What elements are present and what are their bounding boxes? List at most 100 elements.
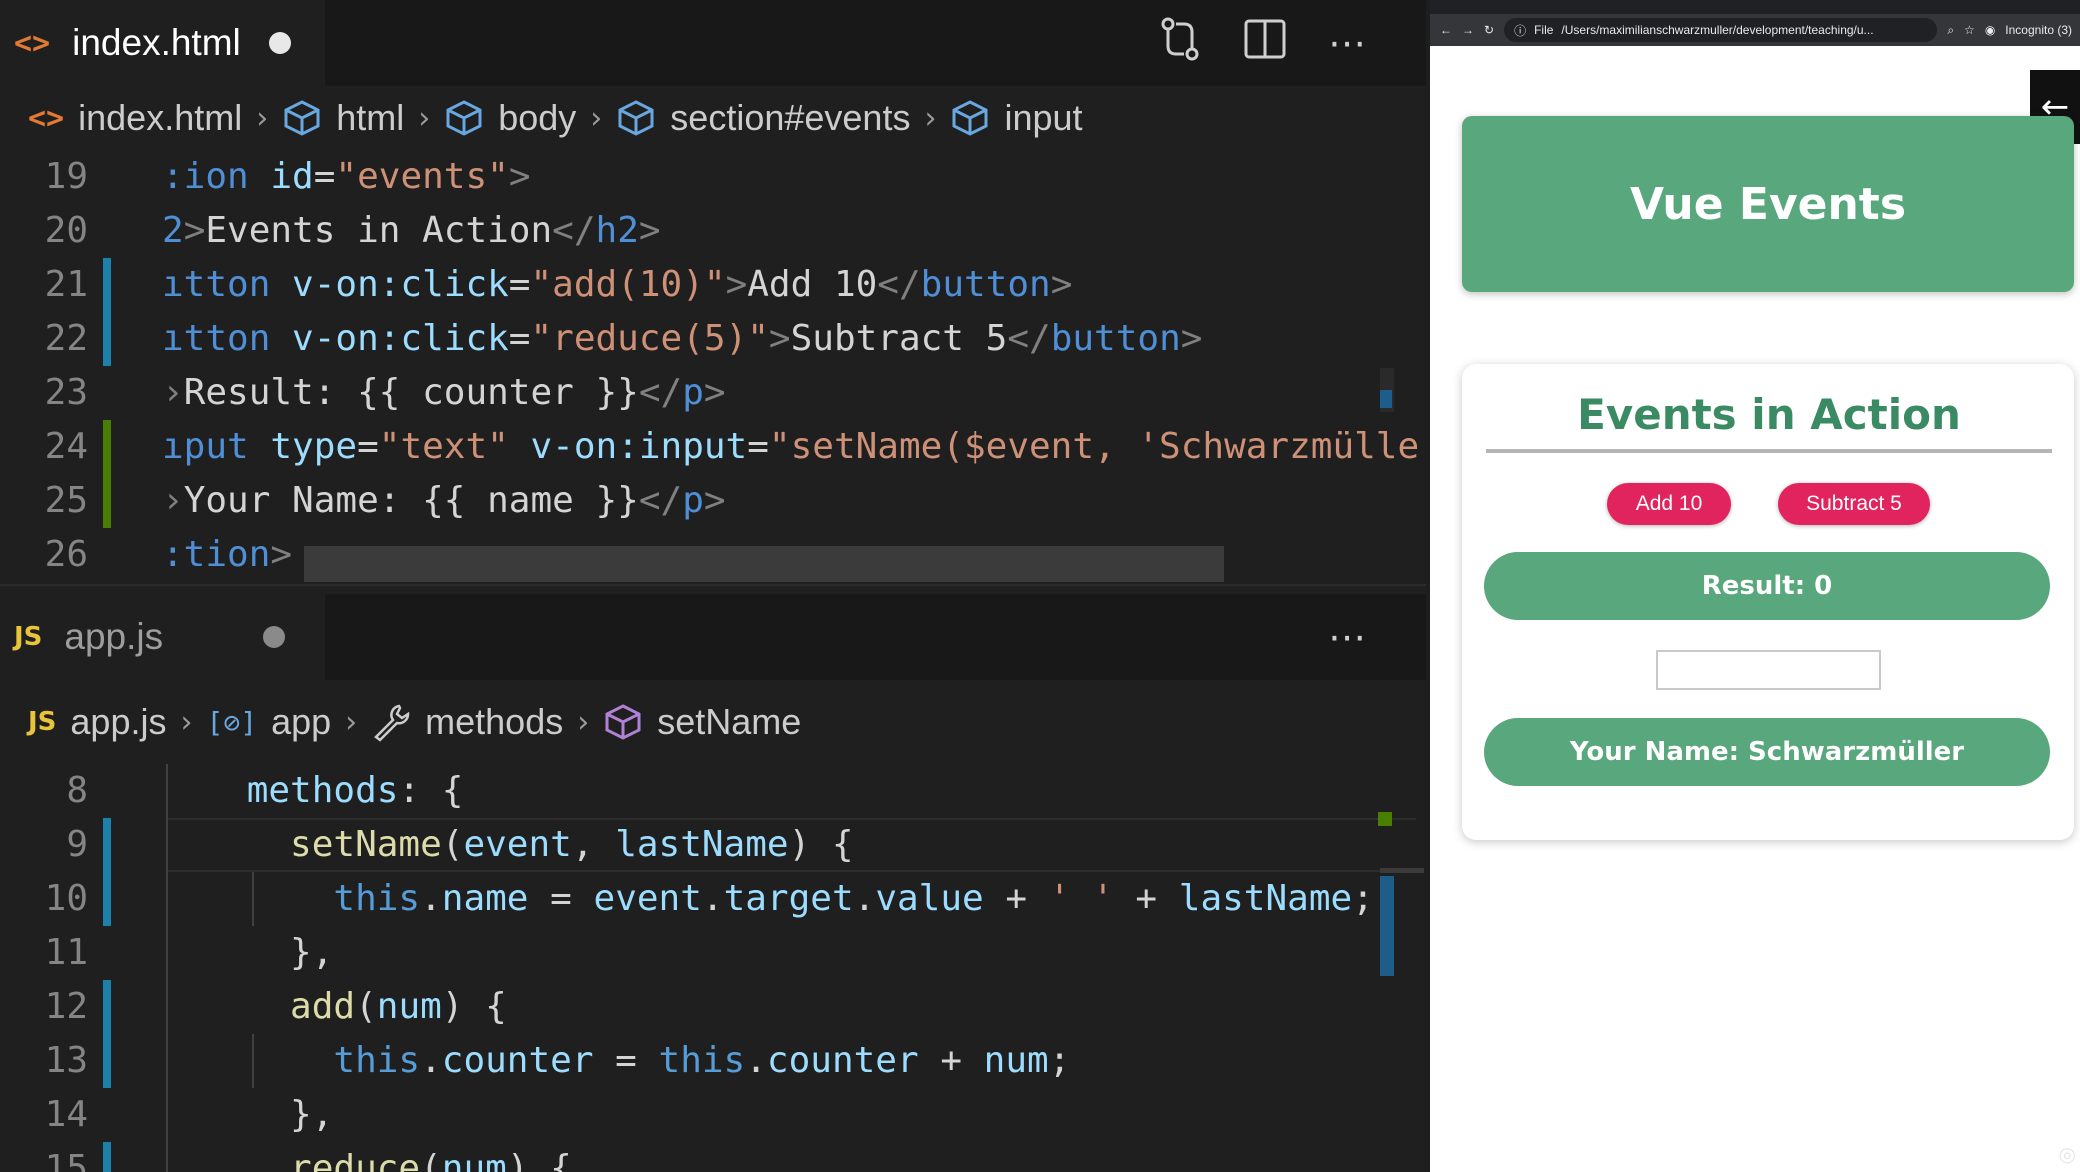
code-line[interactable]: 14 }, [0, 1088, 1426, 1142]
line-number[interactable]: 20 [0, 204, 88, 258]
line-number[interactable]: 11 [0, 926, 88, 980]
subtract-5-button[interactable]: Subtract 5 [1778, 483, 1930, 525]
compare-changes-icon[interactable] [1158, 16, 1202, 71]
code-text: }, [160, 932, 334, 973]
code-text: 2>Events in Action</h2> [162, 210, 661, 251]
code-line[interactable]: 21 ıtton v-on:click="add(10)">Add 10</but… [0, 258, 1426, 312]
git-change-marker[interactable] [103, 1034, 111, 1088]
git-change-marker[interactable] [103, 258, 111, 312]
add-10-button[interactable]: Add 10 [1607, 483, 1731, 525]
git-change-marker[interactable] [103, 420, 111, 474]
code-line[interactable]: 9 setName(event, lastName) { [0, 818, 1426, 872]
breadcrumb-methods[interactable]: methods [425, 701, 563, 743]
code-line[interactable]: 20 2>Events in Action</h2> [0, 204, 1426, 258]
code-line[interactable]: 22 ıtton v-on:click="reduce(5)">Subtract … [0, 312, 1426, 366]
address-bar[interactable]: ⓘ File /Users/maximilianschwarzmuller/de… [1504, 18, 1938, 42]
breadcrumb-app[interactable]: app [271, 701, 331, 743]
tab-app-js[interactable]: JS app.js [0, 594, 325, 680]
chevron-right-icon: › [418, 100, 431, 136]
browser-window: ← → ↻ ⓘ File /Users/maximilianschwarzmul… [1430, 0, 2080, 1172]
element-cube-icon [444, 99, 484, 137]
code-line[interactable]: 13 this.counter = this.counter + num; [0, 1034, 1426, 1088]
browser-tab-strip [1430, 0, 2080, 14]
unsaved-dot-icon[interactable] [263, 626, 286, 648]
element-cube-icon [282, 99, 322, 137]
code-line[interactable]: 25 ›Your Name: {{ name }}</p> [0, 474, 1426, 528]
line-number[interactable]: 22 [0, 312, 88, 366]
app-header: Vue Events [1462, 116, 2074, 292]
code-line[interactable]: 8 methods: { [0, 764, 1426, 818]
git-change-marker[interactable] [103, 474, 111, 528]
line-number[interactable]: 13 [0, 1034, 88, 1088]
incognito-label: Incognito (3) [2005, 23, 2072, 37]
breadcrumb-input[interactable]: input [1004, 97, 1082, 139]
reload-icon[interactable]: ↻ [1484, 23, 1494, 37]
js-code-area[interactable]: 8 methods: {9 setName(event, lastName) {… [0, 764, 1426, 1172]
line-number[interactable]: 26 [0, 528, 88, 582]
git-change-marker[interactable] [103, 312, 111, 366]
code-line[interactable]: 11 }, [0, 926, 1426, 980]
code-text: :tion> [162, 534, 293, 575]
line-number[interactable]: 14 [0, 1088, 88, 1142]
code-line[interactable]: 24 ıput type="text" v-on:input="setName($… [0, 420, 1426, 474]
back-icon[interactable]: ← [1440, 23, 1452, 37]
code-line[interactable]: 10 this.name = event.target.value + ' ' … [0, 872, 1426, 926]
wrench-icon [371, 702, 411, 742]
breadcrumb-section[interactable]: section#events [670, 97, 910, 139]
code-line[interactable]: 19:ion id="events"> [0, 150, 1426, 204]
breadcrumb-file[interactable]: app.js [70, 701, 166, 743]
line-number[interactable]: 9 [0, 818, 88, 872]
breadcrumb: <> index.html › html › body › section#ev… [0, 86, 1426, 150]
html-code-area[interactable]: 19:ion id="events"> 20 2>Events in Action<… [0, 150, 1426, 584]
line-number[interactable]: 19 [0, 150, 88, 204]
git-change-marker[interactable] [103, 980, 111, 1034]
line-number[interactable]: 15 [0, 1142, 88, 1172]
breadcrumb-body[interactable]: body [498, 97, 576, 139]
code-text: this.counter = this.counter + num; [333, 1040, 1071, 1081]
split-editor-icon[interactable] [1244, 19, 1286, 68]
line-number[interactable]: 21 [0, 258, 88, 312]
watermark-logo: ◎ [2058, 1142, 2076, 1166]
zoom-icon[interactable]: ⌕ [1947, 23, 1954, 38]
element-cube-icon [950, 99, 990, 137]
more-actions-icon[interactable]: ⋯ [1328, 21, 1366, 65]
incognito-icon[interactable]: ◉ [1985, 23, 1995, 37]
indent-guide [166, 764, 168, 1172]
git-change-marker[interactable] [103, 872, 111, 926]
line-number[interactable]: 23 [0, 366, 88, 420]
name-display: Your Name: Schwarzmüller [1484, 718, 2050, 786]
indent-guide [252, 1034, 254, 1088]
git-change-marker[interactable] [103, 1142, 111, 1172]
bookmark-star-icon[interactable]: ☆ [1964, 23, 1975, 37]
html-tab-bar: <> index.html ⋯ [0, 0, 1426, 86]
code-line[interactable]: 15 reduce(num) { [0, 1142, 1426, 1172]
line-number[interactable]: 10 [0, 872, 88, 926]
line-number[interactable]: 12 [0, 980, 88, 1034]
html-file-icon: <> [28, 100, 65, 136]
code-text: ıput type="text" v-on:input="setName($ev… [162, 426, 1420, 467]
minimap-slider[interactable] [1380, 868, 1424, 873]
line-number[interactable]: 8 [0, 764, 88, 818]
line-number[interactable]: 24 [0, 420, 88, 474]
chevron-right-icon: › [345, 704, 358, 740]
more-actions-icon[interactable]: ⋯ [1328, 615, 1366, 659]
horizontal-scrollbar[interactable] [304, 546, 1224, 582]
element-cube-icon [616, 99, 656, 137]
code-line[interactable]: 12 add(num) { [0, 980, 1426, 1034]
breadcrumb-file[interactable]: index.html [78, 97, 242, 139]
tab-index-html[interactable]: <> index.html [0, 0, 325, 86]
chevron-right-icon: › [577, 704, 590, 740]
breadcrumb-html[interactable]: html [336, 97, 404, 139]
unsaved-dot-icon[interactable] [268, 32, 291, 54]
git-change-marker[interactable] [103, 818, 111, 872]
forward-icon[interactable]: → [1462, 23, 1474, 37]
chevron-right-icon: › [256, 100, 269, 136]
method-cube-icon [603, 703, 643, 741]
code-editor: <> index.html ⋯ <> index.html › html › b… [0, 0, 1426, 1172]
breadcrumb-setname[interactable]: setName [657, 701, 801, 743]
line-number[interactable]: 25 [0, 474, 88, 528]
code-line[interactable]: 23 ›Result: {{ counter }}</p> [0, 366, 1426, 420]
name-input[interactable] [1656, 650, 1881, 690]
editor-split-divider[interactable] [0, 584, 1426, 586]
code-text: reduce(num) { [290, 1148, 572, 1172]
